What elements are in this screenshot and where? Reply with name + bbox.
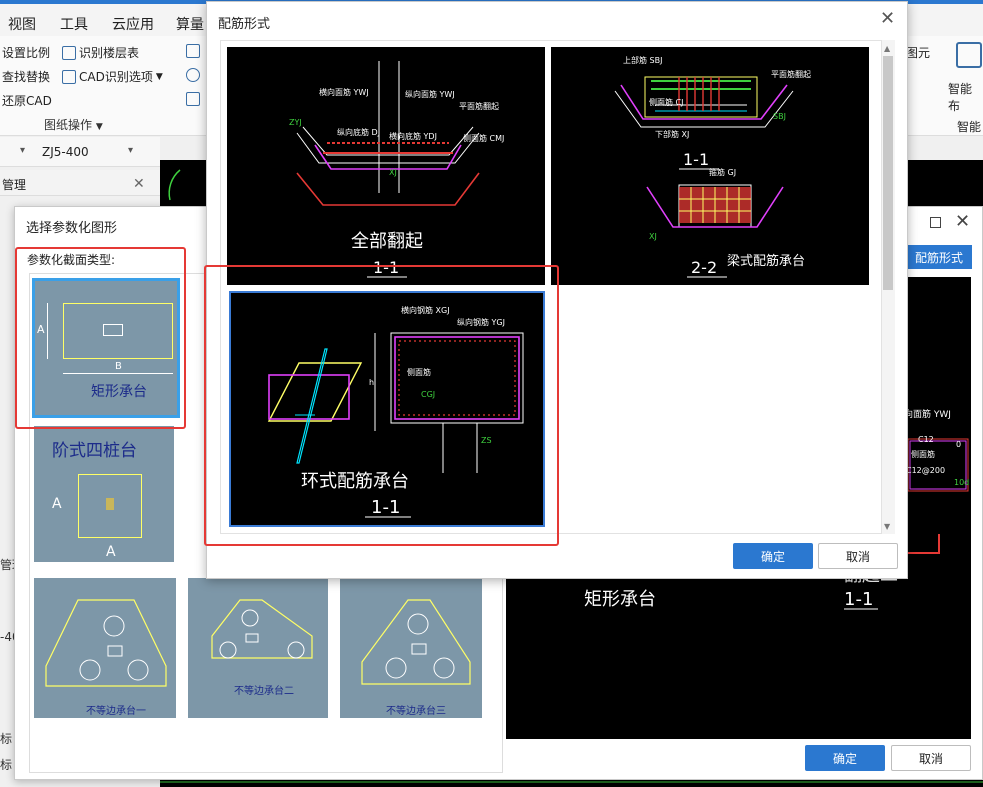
svg-text:纵向底筋 DJ: 纵向底筋 DJ bbox=[337, 127, 380, 137]
option-name: 全部翻起 bbox=[351, 231, 423, 252]
svg-text:横向面筋 YWJ: 横向面筋 YWJ bbox=[319, 87, 369, 97]
grid-icon[interactable] bbox=[956, 42, 982, 68]
highlight-box-ring-option bbox=[204, 265, 559, 546]
component-selector-bar: ▾ ZJ5-400 ▾ bbox=[0, 137, 160, 167]
shape-label: 阶式四桩台 bbox=[52, 441, 137, 461]
cancel-button[interactable]: 取消 bbox=[891, 745, 971, 771]
close-icon[interactable]: ✕ bbox=[955, 211, 970, 232]
doc-icon[interactable] bbox=[186, 44, 200, 58]
maximize-icon[interactable] bbox=[930, 217, 941, 228]
highlight-box-edge bbox=[938, 534, 940, 554]
chevron-down-icon: ▼ bbox=[95, 122, 103, 132]
rebar-option-full-flip[interactable]: 横向面筋 YWJ 纵向面筋 YWJ 纵向底筋 DJ 横向底筋 YDJ 侧面筋 C… bbox=[227, 47, 545, 285]
svg-text:向面筋 YWJ: 向面筋 YWJ bbox=[904, 408, 951, 420]
panel-title: 管理 bbox=[2, 178, 27, 192]
svg-text:10d: 10d bbox=[954, 478, 969, 487]
element-button[interactable]: 图元 bbox=[906, 44, 930, 61]
component-select[interactable]: ZJ5-400 bbox=[42, 145, 89, 159]
smart-group-label: 智能 bbox=[957, 120, 982, 134]
menu-cloud[interactable]: 云应用 bbox=[112, 14, 154, 34]
shape-step-four-pile[interactable]: 阶式四桩台 A A bbox=[34, 426, 174, 562]
cad-icon bbox=[62, 69, 76, 84]
option-section: 2-2 bbox=[691, 258, 717, 277]
scrollbar-thumb[interactable] bbox=[883, 56, 893, 290]
smart-layout-button[interactable]: 智能布 bbox=[948, 80, 983, 114]
find-replace-button[interactable]: 查找替换 bbox=[2, 68, 50, 85]
highlight-box-shape-type bbox=[15, 247, 186, 429]
svg-text:侧面筋 CJ: 侧面筋 CJ bbox=[649, 97, 684, 107]
left-stub: 标 bbox=[0, 758, 13, 772]
dialog-title: 选择参数化图形 bbox=[26, 221, 118, 236]
ok-button[interactable]: 确定 bbox=[733, 543, 813, 569]
svg-text:XJ: XJ bbox=[649, 232, 657, 241]
shape-label: 不等边承台二 bbox=[234, 686, 294, 697]
svg-text:XJ: XJ bbox=[389, 168, 397, 177]
menu-view[interactable]: 视图 bbox=[8, 14, 36, 34]
svg-text:SBJ: SBJ bbox=[773, 112, 786, 121]
chevron-down-icon[interactable]: ▾ bbox=[128, 145, 133, 156]
svg-text:上部筋 SBJ: 上部筋 SBJ bbox=[623, 55, 662, 65]
close-icon[interactable]: ✕ bbox=[133, 176, 145, 192]
group-label: 图纸操作 ▼ bbox=[44, 118, 103, 132]
svg-text:平面筋翻起: 平面筋翻起 bbox=[459, 101, 499, 111]
cad-options-button[interactable]: CAD识别选项 ▼ bbox=[62, 68, 163, 85]
cloud-icon[interactable] bbox=[186, 68, 200, 82]
chevron-down-icon[interactable]: ▾ bbox=[20, 145, 25, 156]
lock-icon[interactable] bbox=[186, 92, 200, 106]
shape-unequal-3[interactable]: 不等边承台三 bbox=[340, 578, 482, 718]
dim-label: A bbox=[106, 544, 116, 560]
svg-text:下部筋 XJ: 下部筋 XJ bbox=[655, 129, 689, 139]
menu-calc[interactable]: 算量 bbox=[176, 14, 204, 34]
svg-text:0: 0 bbox=[956, 440, 961, 449]
dialog-title: 配筋形式 bbox=[218, 17, 271, 32]
svg-text:横向底筋 YDJ: 横向底筋 YDJ bbox=[389, 131, 437, 141]
svg-text:平面筋翻起: 平面筋翻起 bbox=[771, 69, 811, 79]
svg-text:C12@200: C12@200 bbox=[906, 466, 945, 475]
ok-button[interactable]: 确定 bbox=[805, 745, 885, 771]
beam-drawing: 上部筋 SBJ 侧面筋 CJ 下部筋 XJ 箍筋 GJ 平面筋翻起 XJ SBJ… bbox=[614, 55, 811, 278]
svg-text:ZYJ: ZYJ bbox=[289, 118, 302, 127]
chevron-down-icon: ▼ bbox=[155, 71, 163, 82]
scroll-up-icon[interactable]: ▲ bbox=[884, 44, 890, 53]
svg-text:纵向面筋 YWJ: 纵向面筋 YWJ bbox=[405, 89, 455, 99]
manage-panel-header: 管理 ✕ bbox=[0, 170, 160, 196]
restore-cad-button[interactable]: 还原CAD bbox=[2, 92, 52, 109]
unequal-shape-1 bbox=[45, 599, 167, 687]
shape-label: 不等边承台三 bbox=[386, 706, 446, 717]
svg-text:侧面筋 CMJ: 侧面筋 CMJ bbox=[463, 133, 504, 143]
svg-text:矩形承台: 矩形承台 bbox=[584, 589, 656, 610]
left-stub: 标 bbox=[0, 732, 13, 746]
dim-label: A bbox=[52, 496, 62, 512]
unequal-shape-2 bbox=[211, 599, 313, 659]
option-name: 梁式配筋承台 bbox=[727, 253, 805, 269]
menu-tools[interactable]: 工具 bbox=[60, 14, 88, 34]
unequal-shape-3 bbox=[361, 599, 471, 685]
svg-text:C12: C12 bbox=[918, 435, 934, 444]
recognize-floor-table-button[interactable]: 识别楼层表 bbox=[62, 44, 139, 61]
shape-unequal-1[interactable]: 不等边承台一 bbox=[34, 578, 176, 718]
option-section: 1-1 bbox=[683, 150, 709, 169]
shape-label: 不等边承台一 bbox=[86, 706, 146, 717]
cancel-button[interactable]: 取消 bbox=[818, 543, 898, 569]
hatch-icon bbox=[106, 498, 114, 510]
shape-unequal-2[interactable]: 不等边承台二 bbox=[188, 578, 328, 718]
rebar-form-button[interactable]: 配筋形式 bbox=[906, 245, 972, 269]
svg-text:1-1: 1-1 bbox=[844, 589, 873, 610]
scroll-down-icon[interactable]: ▼ bbox=[884, 522, 890, 531]
table-icon bbox=[62, 45, 76, 60]
full-flip-drawing: 横向面筋 YWJ 纵向面筋 YWJ 纵向底筋 DJ 横向底筋 YDJ 侧面筋 C… bbox=[289, 61, 504, 278]
close-icon[interactable]: ✕ bbox=[880, 8, 895, 29]
highlight-box-edge bbox=[904, 552, 940, 554]
svg-text:侧面筋: 侧面筋 bbox=[911, 449, 935, 459]
set-scale-button[interactable]: 设置比例 bbox=[2, 44, 50, 61]
rebar-option-beam[interactable]: 上部筋 SBJ 侧面筋 CJ 下部筋 XJ 箍筋 GJ 平面筋翻起 XJ SBJ… bbox=[551, 47, 869, 285]
